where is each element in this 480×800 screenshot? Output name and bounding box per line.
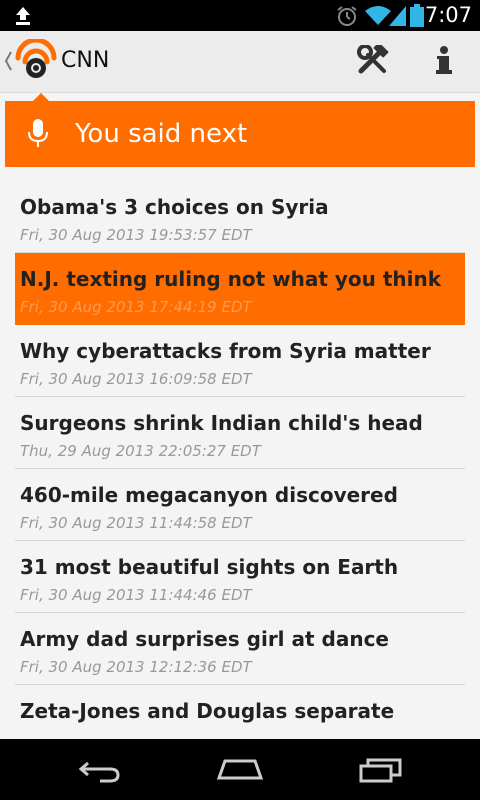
news-headline: Why cyberattacks from Syria matter xyxy=(20,339,431,363)
news-date: Fri, 30 Aug 2013 12:12:36 EDT xyxy=(20,658,252,676)
status-bar: 7:07 xyxy=(0,0,480,31)
navigation-bar xyxy=(0,739,480,800)
info-icon[interactable] xyxy=(435,46,453,76)
news-date: Fri, 30 Aug 2013 11:44:58 EDT xyxy=(20,514,252,532)
news-list: Obama's 3 choices on Syria Fri, 30 Aug 2… xyxy=(15,181,465,725)
up-caret-icon[interactable] xyxy=(4,50,12,72)
news-item[interactable]: Zeta-Jones and Douglas separate xyxy=(15,685,465,725)
news-headline: 31 most beautiful sights on Earth xyxy=(20,555,399,579)
wifi-icon xyxy=(365,6,391,25)
news-date: Fri, 30 Aug 2013 19:53:57 EDT xyxy=(20,226,252,244)
news-date: Thu, 29 Aug 2013 22:05:27 EDT xyxy=(20,442,261,460)
upload-icon xyxy=(16,7,30,25)
news-date: Fri, 30 Aug 2013 11:44:46 EDT xyxy=(20,586,252,604)
app-title: CNN xyxy=(61,48,110,73)
action-bar: CNN xyxy=(0,31,480,93)
news-item[interactable]: Army dad surprises girl at dance Fri, 30… xyxy=(15,613,465,685)
alarm-icon xyxy=(337,6,357,26)
news-headline: N.J. texting ruling not what you think xyxy=(20,267,442,291)
voice-feedback-banner: You said next xyxy=(5,93,475,167)
news-headline: Surgeons shrink Indian child's head xyxy=(20,411,423,435)
battery-icon xyxy=(410,4,424,27)
news-headline: Zeta-Jones and Douglas separate xyxy=(20,699,395,723)
tools-icon[interactable] xyxy=(357,45,389,75)
news-item[interactable]: 31 most beautiful sights on Earth Fri, 3… xyxy=(15,541,465,613)
signal-icon xyxy=(389,6,406,26)
news-headline: Army dad surprises girl at dance xyxy=(20,627,389,651)
news-item[interactable]: Obama's 3 choices on Syria Fri, 30 Aug 2… xyxy=(15,181,465,253)
rss-logo-icon[interactable] xyxy=(14,39,58,81)
news-item[interactable]: Surgeons shrink Indian child's head Thu,… xyxy=(15,397,465,469)
clock: 7:07 xyxy=(424,3,472,27)
news-item-selected[interactable]: N.J. texting ruling not what you think F… xyxy=(15,253,465,325)
microphone-icon xyxy=(28,119,48,147)
news-date: Fri, 30 Aug 2013 16:09:58 EDT xyxy=(20,370,252,388)
news-item[interactable]: 460-mile megacanyon discovered Fri, 30 A… xyxy=(15,469,465,541)
back-icon[interactable] xyxy=(78,759,122,783)
news-headline: Obama's 3 choices on Syria xyxy=(20,195,329,219)
voice-text: You said next xyxy=(75,119,248,149)
news-headline: 460-mile megacanyon discovered xyxy=(20,483,398,507)
banner-pointer xyxy=(32,93,50,102)
recent-apps-icon[interactable] xyxy=(358,757,404,783)
news-item[interactable]: Why cyberattacks from Syria matter Fri, … xyxy=(15,325,465,397)
home-icon[interactable] xyxy=(216,757,264,781)
news-date: Fri, 30 Aug 2013 17:44:19 EDT xyxy=(20,298,252,316)
